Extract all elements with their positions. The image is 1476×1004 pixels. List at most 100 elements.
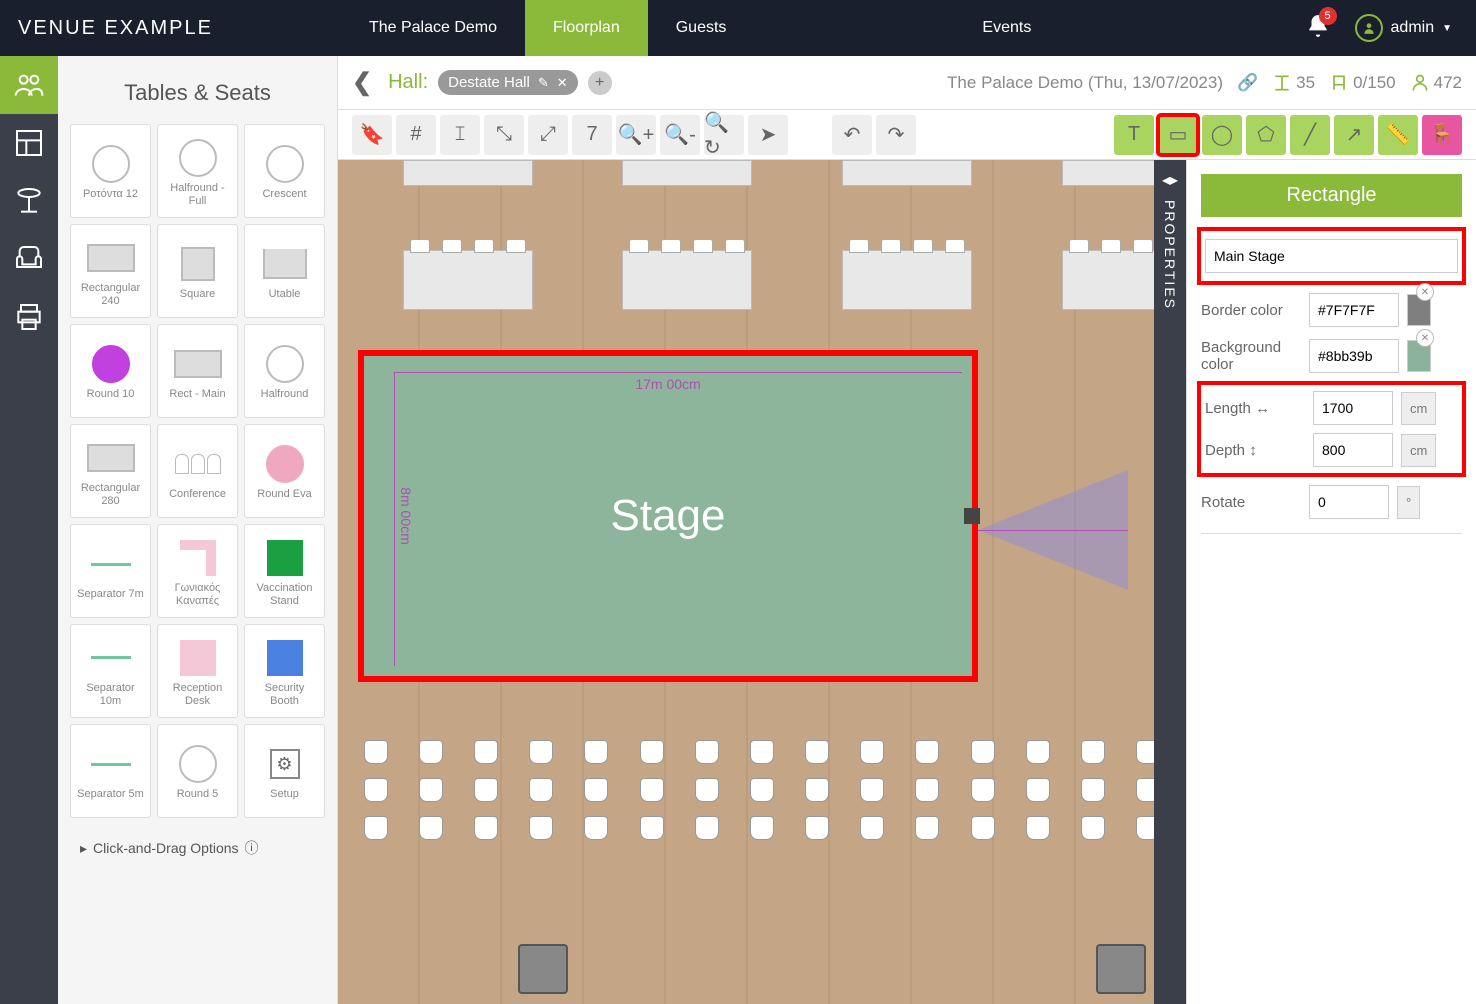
table-card[interactable]: Rectangular 280	[70, 424, 151, 518]
dim-label-h: 17m 00cm	[635, 376, 700, 392]
shape-text[interactable]: T	[1114, 115, 1154, 155]
table-icon	[13, 185, 45, 217]
stage-shape[interactable]: 17m 00cm 8m 00cm Stage	[358, 350, 978, 682]
dim-line-v	[394, 372, 395, 666]
icon-rail	[0, 56, 58, 1004]
desk[interactable]	[622, 250, 752, 310]
length-arrow-icon: ↔	[1255, 400, 1270, 417]
rail-tables[interactable]	[0, 172, 58, 230]
notifications-button[interactable]: 5	[1305, 13, 1331, 44]
speaker[interactable]	[518, 944, 568, 994]
bg-color-input[interactable]	[1309, 339, 1399, 373]
click-drag-options[interactable]: ▸ Click-and-Drag Options ⓘ	[70, 828, 325, 868]
desk[interactable]	[622, 160, 752, 186]
nav-events[interactable]: Events	[954, 0, 1059, 56]
dim-label-v: 8m 00cm	[398, 487, 414, 545]
table-card[interactable]: Crescent	[244, 124, 325, 218]
depth-input[interactable]	[1313, 433, 1393, 467]
layout-icon	[13, 127, 45, 159]
border-color-label: Border color	[1201, 302, 1301, 319]
hall-label: Hall:	[388, 71, 428, 94]
table-card[interactable]: Halfround - Full	[157, 124, 238, 218]
projector-line	[978, 530, 1128, 531]
caret-down-icon: ▼	[1442, 23, 1452, 34]
remove-hall-icon[interactable]: ✕	[557, 75, 568, 91]
rail-guests[interactable]	[0, 56, 58, 114]
table-card[interactable]: Conference	[157, 424, 238, 518]
tool-number[interactable]: 7	[572, 115, 612, 155]
tool-text-cursor[interactable]: 𝙸	[440, 115, 480, 155]
add-hall-button[interactable]: +	[588, 71, 612, 95]
text-icon: T	[1128, 123, 1140, 146]
table-card[interactable]: Separator 10m	[70, 624, 151, 718]
table-card[interactable]: Square	[157, 224, 238, 318]
nav-floorplan[interactable]: Floorplan	[525, 0, 648, 56]
tool-collapse[interactable]: ⤡	[484, 115, 524, 155]
nav-guests[interactable]: Guests	[648, 0, 755, 56]
tool-zoom-out[interactable]: 🔍-	[660, 115, 700, 155]
border-color-input[interactable]	[1309, 293, 1399, 327]
desk[interactable]	[842, 250, 972, 310]
desk[interactable]	[403, 160, 533, 186]
topbar: VENUE EXAMPLE The Palace Demo Floorplan …	[0, 0, 1476, 56]
shape-polygon[interactable]: ⬠	[1246, 115, 1286, 155]
table-card[interactable]: Round 10	[70, 324, 151, 418]
table-card[interactable]: Γωνιακός Καναπές	[157, 524, 238, 618]
prop-border-row: Border color ✕	[1201, 293, 1462, 327]
user-name: admin	[1391, 19, 1435, 37]
tables-title: Tables & Seats	[70, 80, 325, 106]
tool-redo[interactable]: ↷	[876, 115, 916, 155]
undo-icon: ↶	[844, 122, 861, 147]
notification-badge: 5	[1319, 7, 1337, 25]
properties-rail[interactable]: ◂▸ PROPERTIES	[1154, 160, 1186, 1004]
edit-hall-icon[interactable]: ✎	[538, 75, 549, 91]
tool-undo[interactable]: ↶	[832, 115, 872, 155]
tool-zoom-fit[interactable]: 🔍↻	[704, 115, 744, 155]
rail-layout[interactable]	[0, 114, 58, 172]
tool-grid[interactable]: #	[396, 115, 436, 155]
ruler-diag-icon: ⤢	[540, 123, 556, 146]
table-card[interactable]: Rectangular 240	[70, 224, 151, 318]
shape-line[interactable]: ╱	[1290, 115, 1330, 155]
shape-name-input[interactable]	[1205, 239, 1458, 273]
table-card[interactable]: Setup	[244, 724, 325, 818]
rail-print[interactable]	[0, 288, 58, 346]
table-card[interactable]: Round Eva	[244, 424, 325, 518]
desk[interactable]	[842, 160, 972, 186]
length-label: Length ↔	[1205, 400, 1305, 417]
shape-seat[interactable]: 🪑	[1422, 115, 1462, 155]
tool-bookmark[interactable]: 🔖	[352, 115, 392, 155]
user-menu[interactable]: admin ▼	[1355, 14, 1452, 42]
table-card[interactable]: Security Booth	[244, 624, 325, 718]
shape-rectangle[interactable]: ▭	[1158, 115, 1198, 155]
desk[interactable]	[403, 250, 533, 310]
table-card[interactable]: Halfround	[244, 324, 325, 418]
tool-send[interactable]: ➤	[748, 115, 788, 155]
link-icon[interactable]: 🔗	[1237, 73, 1258, 93]
shape-ruler[interactable]: 📏	[1378, 115, 1418, 155]
armchair-icon	[13, 243, 45, 275]
tool-zoom-in[interactable]: 🔍+	[616, 115, 656, 155]
tool-measure[interactable]: ⤢	[528, 115, 568, 155]
table-card[interactable]: Ροτόντα 12	[70, 124, 151, 218]
shape-arrow[interactable]: ↗	[1334, 115, 1374, 155]
table-card[interactable]: Vaccination Stand	[244, 524, 325, 618]
clear-bg-button[interactable]: ✕	[1416, 329, 1434, 347]
table-card[interactable]: Reception Desk	[157, 624, 238, 718]
collapse-panel-button[interactable]: ❮	[352, 68, 372, 97]
table-card[interactable]: Utable	[244, 224, 325, 318]
clear-border-button[interactable]: ✕	[1416, 283, 1434, 301]
nav-demo[interactable]: The Palace Demo	[341, 0, 525, 56]
printer-icon	[13, 301, 45, 333]
rotate-input[interactable]	[1309, 485, 1389, 519]
table-card[interactable]: Separator 5m	[70, 724, 151, 818]
speaker[interactable]	[1096, 944, 1146, 994]
table-card[interactable]: Rect - Main	[157, 324, 238, 418]
length-input[interactable]	[1313, 391, 1393, 425]
stat-seats: 0/150	[1329, 73, 1396, 93]
table-card[interactable]: Separator 7m	[70, 524, 151, 618]
toolbar: 🔖 # 𝙸 ⤡ ⤢ 7 🔍+ 🔍- 🔍↻ ➤ ↶ ↷ T ▭ ◯ ⬠ ╱	[338, 110, 1476, 160]
table-card[interactable]: Round 5	[157, 724, 238, 818]
shape-circle[interactable]: ◯	[1202, 115, 1242, 155]
rail-furniture[interactable]	[0, 230, 58, 288]
